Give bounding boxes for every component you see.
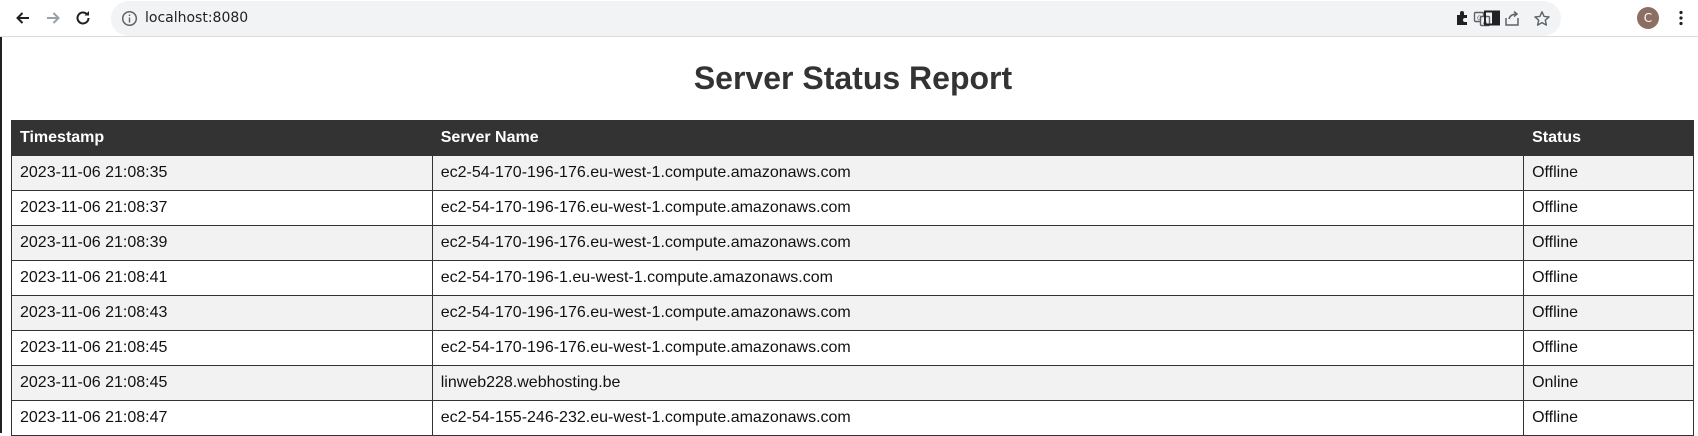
reload-button[interactable] (69, 4, 97, 32)
address-bar[interactable]: localhost:8080 GA (111, 1, 1561, 36)
server-status-table: Timestamp Server Name Status 2023-11-06 … (11, 120, 1694, 436)
back-button[interactable] (9, 4, 37, 32)
cell-server-name: linweb228.webhosting.be (431, 365, 1525, 401)
cell-server-name: ec2-54-170-196-176.eu-west-1.compute.ama… (431, 330, 1525, 366)
cell-server-name: ec2-54-170-196-176.eu-west-1.compute.ama… (431, 155, 1525, 191)
cell-server-name: ec2-54-155-246-232.eu-west-1.compute.ama… (431, 400, 1525, 436)
cell-timestamp: 2023-11-06 21:08:39 (11, 225, 433, 261)
header-timestamp: Timestamp (11, 120, 433, 156)
table-header-row: Timestamp Server Name Status (11, 120, 1694, 156)
extensions-button[interactable] (1449, 4, 1477, 32)
table-row: 2023-11-06 21:08:43 ec2-54-170-196-176.e… (11, 295, 1694, 331)
cell-server-name: ec2-54-170-196-176.eu-west-1.compute.ama… (431, 295, 1525, 331)
forward-icon (47, 12, 60, 24)
table-row: 2023-11-06 21:08:41 ec2-54-170-196-1.eu-… (11, 260, 1694, 296)
cell-status: Offline (1523, 260, 1694, 296)
reload-icon (76, 11, 90, 25)
star-icon (1534, 11, 1550, 26)
table-row: 2023-11-06 21:08:47 ec2-54-155-246-232.e… (11, 400, 1694, 436)
cell-server-name: ec2-54-170-196-1.eu-west-1.compute.amazo… (431, 260, 1525, 296)
cell-timestamp: 2023-11-06 21:08:35 (11, 155, 433, 191)
forward-button[interactable] (39, 4, 67, 32)
cell-status: Offline (1523, 295, 1694, 331)
side-panel-button[interactable] (1478, 4, 1506, 32)
header-server-name: Server Name (431, 120, 1525, 156)
info-icon[interactable] (121, 10, 138, 27)
table-row: 2023-11-06 21:08:45 linweb228.webhosting… (11, 365, 1694, 401)
extensions-icon (1457, 11, 1467, 25)
side-panel-icon (1484, 10, 1500, 26)
cell-server-name: ec2-54-170-196-176.eu-west-1.compute.ama… (431, 190, 1525, 226)
cell-status: Offline (1523, 190, 1694, 226)
bookmark-button[interactable] (1531, 8, 1553, 30)
table-row: 2023-11-06 21:08:45 ec2-54-170-196-176.e… (11, 330, 1694, 366)
url-text[interactable]: localhost:8080 (145, 10, 248, 27)
cell-status: Offline (1523, 330, 1694, 366)
cell-timestamp: 2023-11-06 21:08:43 (11, 295, 433, 331)
table-row: 2023-11-06 21:08:39 ec2-54-170-196-176.e… (11, 225, 1694, 261)
cell-status: Offline (1523, 400, 1694, 436)
header-status: Status (1523, 120, 1694, 156)
cell-timestamp: 2023-11-06 21:08:47 (11, 400, 433, 436)
menu-button[interactable] (1667, 4, 1695, 32)
cell-timestamp: 2023-11-06 21:08:37 (11, 190, 433, 226)
menu-icon (1679, 10, 1683, 26)
cell-timestamp: 2023-11-06 21:08:45 (11, 330, 433, 366)
browser-toolbar: localhost:8080 GA C (0, 0, 1698, 37)
back-icon (16, 12, 29, 24)
page-title: Server Status Report (693, 60, 1013, 96)
table-row: 2023-11-06 21:08:37 ec2-54-170-196-176.e… (11, 190, 1694, 226)
cell-status: Offline (1523, 225, 1694, 261)
profile-avatar[interactable]: C (1637, 7, 1659, 29)
cell-timestamp: 2023-11-06 21:08:41 (11, 260, 433, 296)
cell-server-name: ec2-54-170-196-176.eu-west-1.compute.ama… (431, 225, 1525, 261)
cell-status: Online (1523, 365, 1694, 401)
table-row: 2023-11-06 21:08:35 ec2-54-170-196-176.e… (11, 155, 1694, 191)
cell-status: Offline (1523, 155, 1694, 191)
cell-timestamp: 2023-11-06 21:08:45 (11, 365, 433, 401)
